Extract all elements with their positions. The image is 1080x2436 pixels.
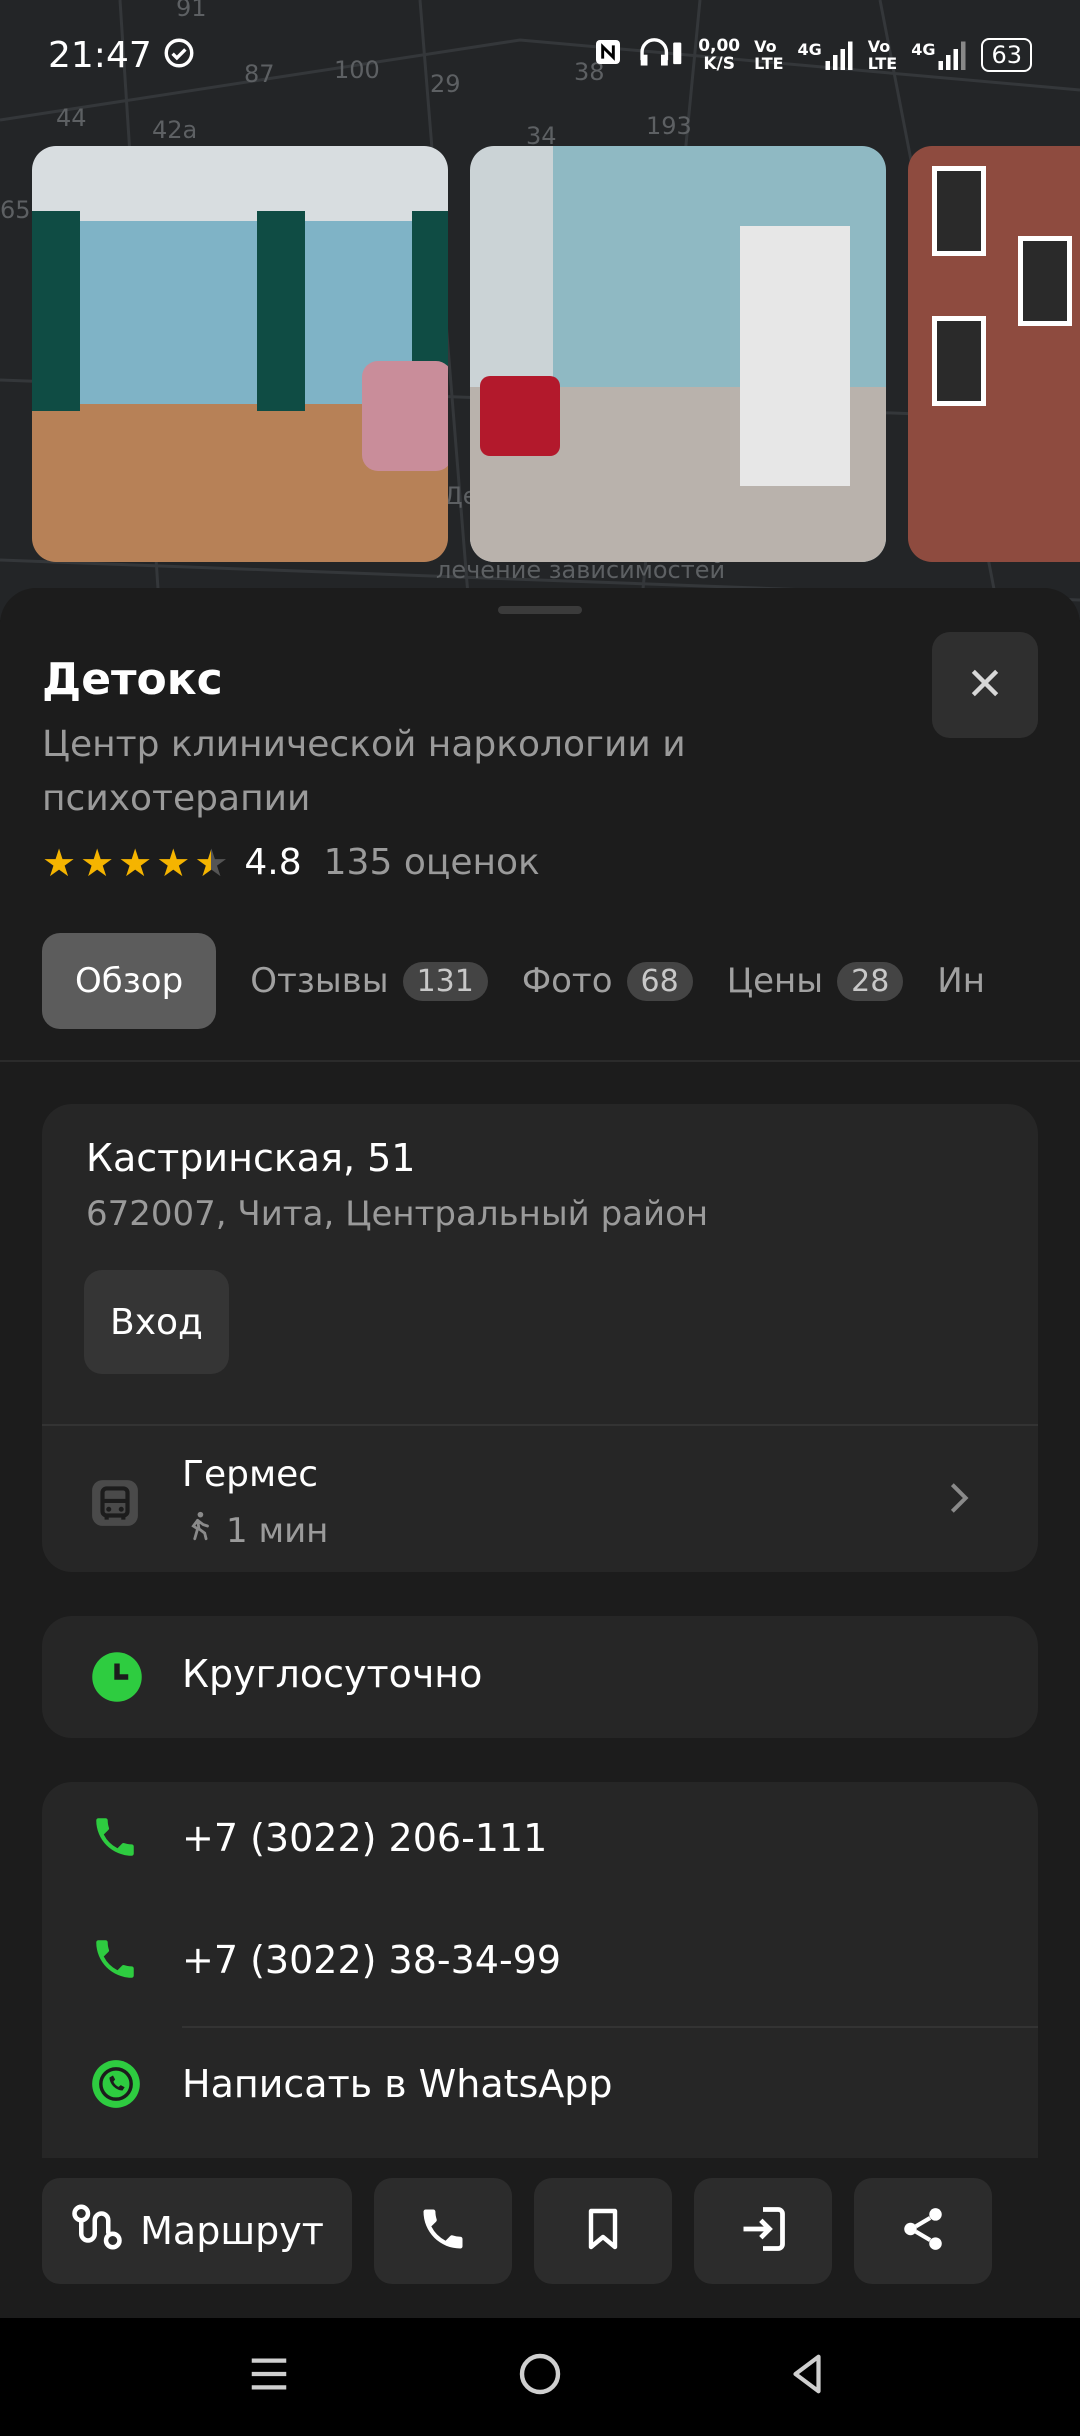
volte-indicator-2: Vo LTE: [867, 37, 898, 73]
address-card: Кастринская, 51 672007, Чита, Центральны…: [42, 1104, 1038, 1572]
entry-icon: [737, 2203, 789, 2259]
photo-thumbnail[interactable]: [32, 146, 448, 562]
tab-reviews[interactable]: Отзывы 131: [250, 961, 488, 1001]
bookmark-button[interactable]: [534, 2178, 672, 2284]
system-nav-bar: [0, 2318, 1080, 2436]
phone-row[interactable]: +7 (3022) 38-34-99: [42, 1904, 1038, 2024]
share-button[interactable]: [854, 2178, 992, 2284]
volte-indicator: Vo LTE: [754, 37, 784, 73]
whatsapp-icon: [90, 2058, 142, 2114]
check-circle-icon: [162, 36, 196, 74]
tab-info[interactable]: Ин: [937, 961, 985, 1001]
signal-icon-2: 4G: [911, 40, 967, 70]
phone-number: +7 (3022) 38-34-99: [182, 1938, 562, 1982]
whatsapp-label: Написать в WhatsApp: [182, 2062, 613, 2106]
address-street[interactable]: Кастринская, 51: [86, 1136, 415, 1180]
half-star-icon: ★: [194, 840, 229, 885]
entrance-button[interactable]: Вход: [84, 1270, 229, 1374]
rating-value: 4.8: [244, 842, 302, 883]
star-icon: ★: [118, 840, 153, 885]
route-icon: [70, 2200, 124, 2263]
back-icon[interactable]: [784, 2350, 830, 2402]
map-label: 65: [0, 196, 31, 224]
phone-number: +7 (3022) 206-111: [182, 1816, 548, 1860]
map-label: 193: [646, 112, 692, 140]
bus-icon: [90, 1478, 140, 1532]
headphones-icon: [638, 35, 684, 75]
photo-thumbnail[interactable]: [908, 146, 1080, 562]
status-bar: 21:47 0,00 K/S Vo LTE 4G Vo LTE 4G 63: [0, 0, 1080, 110]
status-icons: 0,00 K/S Vo LTE 4G Vo LTE 4G 63: [592, 35, 1032, 75]
tab-count-badge: 131: [402, 961, 488, 1001]
rating-count[interactable]: 135 оценок: [324, 842, 540, 883]
close-button[interactable]: [932, 632, 1038, 738]
photo-thumbnail[interactable]: [470, 146, 886, 562]
status-time: 21:47: [48, 34, 152, 76]
entry-button[interactable]: [694, 2178, 832, 2284]
rating-stars: ★ ★ ★ ★ ★: [42, 844, 228, 882]
phone-icon: [90, 1934, 140, 1988]
photo-gallery[interactable]: [32, 146, 1080, 562]
tabs-divider: [0, 1060, 1080, 1062]
transit-stop-name: Гермес: [182, 1454, 319, 1495]
tab-photos[interactable]: Фото 68: [522, 961, 693, 1001]
tab-count-badge: 28: [837, 961, 904, 1001]
address-details: 672007, Чита, Центральный район: [86, 1194, 709, 1234]
close-icon: [965, 663, 1005, 707]
star-icon: ★: [156, 840, 191, 885]
working-hours-text: Круглосуточно: [182, 1652, 483, 1696]
nfc-icon: [592, 36, 624, 74]
action-bar: Маршрут: [0, 2158, 1080, 2318]
phone-icon: [417, 2203, 469, 2259]
transit-stop-row[interactable]: Гермес 1 мин: [42, 1426, 1038, 1572]
tab-bar: Обзор Отзывы 131 Фото 68 Цены 28 Ин: [42, 933, 985, 1029]
star-icon: ★: [42, 840, 77, 885]
call-button[interactable]: [374, 2178, 512, 2284]
star-icon: ★: [80, 840, 115, 885]
walk-time: 1 мин: [182, 1508, 328, 1553]
clock-icon: [90, 1650, 144, 1708]
route-button[interactable]: Маршрут: [42, 2178, 352, 2284]
tab-overview[interactable]: Обзор: [42, 933, 217, 1029]
working-hours-card[interactable]: Круглосуточно: [42, 1616, 1038, 1738]
place-title: Детокс: [42, 654, 223, 705]
rating-row[interactable]: ★ ★ ★ ★ ★ 4.8 135 оценок: [42, 842, 540, 883]
map-label: 42a: [152, 116, 198, 144]
menu-icon[interactable]: [246, 2350, 292, 2402]
contacts-card: +7 (3022) 206-111 +7 (3022) 38-34-99 Нап…: [42, 1782, 1038, 2202]
tab-prices[interactable]: Цены 28: [727, 961, 904, 1001]
walk-icon: [182, 1508, 216, 1553]
battery-indicator: 63: [981, 38, 1032, 72]
whatsapp-row[interactable]: Написать в WhatsApp: [42, 2028, 1038, 2148]
bookmark-icon: [579, 2203, 627, 2259]
signal-icon: 4G: [798, 40, 854, 70]
phone-row[interactable]: +7 (3022) 206-111: [42, 1782, 1038, 1902]
chevron-right-icon: [946, 1478, 972, 1522]
home-icon[interactable]: [516, 2350, 564, 2402]
place-card-sheet: Детокс Центр клинической наркологии и пс…: [0, 588, 1080, 2202]
sheet-grabber[interactable]: [498, 606, 582, 614]
share-icon: [898, 2204, 948, 2258]
net-speed: 0,00 K/S: [698, 36, 741, 74]
tab-count-badge: 68: [626, 961, 693, 1001]
place-category: Центр клинической наркологии и психотера…: [42, 724, 686, 819]
phone-icon: [90, 1812, 140, 1866]
